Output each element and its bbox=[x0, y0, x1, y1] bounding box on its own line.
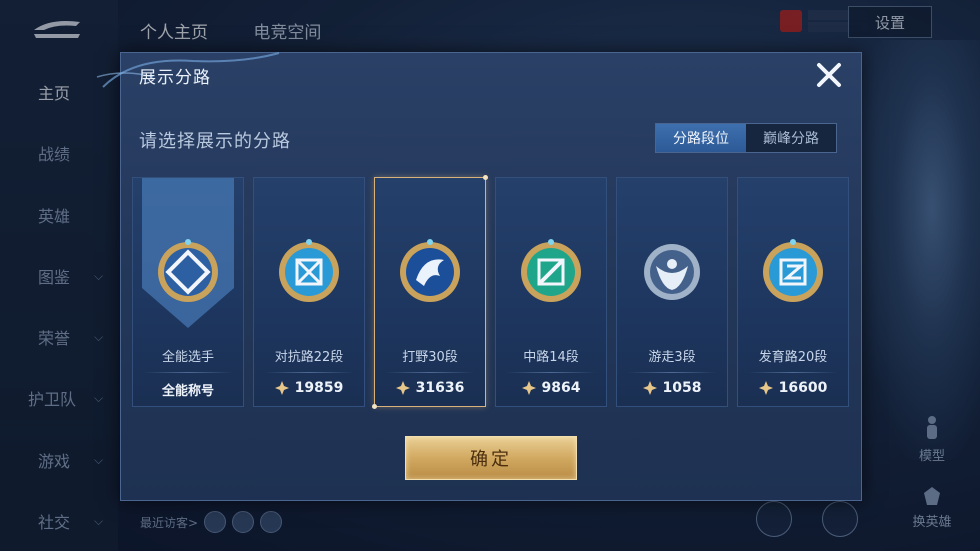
view-toggle: 分路段位 巅峰分路 bbox=[655, 123, 837, 153]
divider bbox=[385, 372, 475, 373]
confirm-button[interactable]: 确定 bbox=[405, 436, 577, 480]
lane-card-clash[interactable]: 对抗路22段 19859 bbox=[253, 177, 365, 407]
dialog-title: 展示分路 bbox=[139, 68, 211, 88]
score-value: 9864 bbox=[541, 380, 581, 396]
divider bbox=[748, 372, 838, 373]
points-icon bbox=[642, 381, 657, 395]
display-lane-dialog: 展示分路 请选择展示的分路 分路段位 巅峰分路 全能选手 全能称号 对抗路22段… bbox=[96, 52, 862, 501]
points-icon bbox=[395, 381, 410, 395]
lane-name: 游走3段 bbox=[648, 350, 696, 365]
points-icon bbox=[274, 381, 289, 395]
score-value: 1058 bbox=[662, 380, 702, 396]
lane-score: 9864 bbox=[496, 380, 606, 396]
lane-title: 全能称号 bbox=[161, 384, 214, 399]
clash-lane-emblem-icon bbox=[279, 239, 339, 302]
corner-sparkle-icon bbox=[372, 404, 377, 409]
close-icon[interactable] bbox=[813, 59, 845, 91]
lane-score: 19859 bbox=[254, 380, 364, 396]
corner-sparkle-icon bbox=[483, 175, 488, 180]
lane-card-jungle[interactable]: 打野30段 31636 bbox=[372, 175, 488, 409]
divider bbox=[506, 372, 596, 373]
divider bbox=[143, 372, 233, 373]
lane-name: 中路14段 bbox=[523, 350, 579, 365]
points-icon bbox=[521, 381, 536, 395]
lane-score: 16600 bbox=[738, 380, 848, 396]
lane-card-all-round[interactable]: 全能选手 全能称号 bbox=[132, 177, 244, 407]
score-value: 19859 bbox=[294, 380, 344, 396]
tab-peak-lane[interactable]: 巅峰分路 bbox=[746, 124, 836, 152]
dialog-subtitle: 请选择展示的分路 bbox=[139, 131, 291, 152]
mid-lane-emblem-icon bbox=[521, 239, 581, 302]
tab-lane-rank[interactable]: 分路段位 bbox=[656, 124, 746, 152]
lane-card-list: 全能选手 全能称号 对抗路22段 19859 打野30段 31636 中路14段… bbox=[132, 175, 852, 409]
points-icon bbox=[758, 381, 773, 395]
lane-score: 1058 bbox=[617, 380, 727, 396]
lane-card-farm[interactable]: 发育路20段 16600 bbox=[737, 177, 849, 407]
farm-lane-emblem-icon bbox=[763, 239, 823, 302]
lane-name: 打野30段 bbox=[402, 350, 458, 365]
lane-card-roam[interactable]: 游走3段 1058 bbox=[616, 177, 728, 407]
all-round-emblem-icon bbox=[158, 239, 218, 302]
lane-name: 全能选手 bbox=[161, 350, 214, 365]
divider bbox=[627, 372, 717, 373]
roam-emblem-icon bbox=[644, 244, 700, 300]
score-value: 16600 bbox=[778, 380, 828, 396]
lane-name: 对抗路22段 bbox=[274, 350, 344, 365]
lane-card-mid[interactable]: 中路14段 9864 bbox=[495, 177, 607, 407]
jungle-emblem-icon bbox=[400, 239, 460, 302]
confirm-label: 确定 bbox=[470, 449, 512, 470]
score-value: 31636 bbox=[415, 380, 465, 396]
lane-name: 发育路20段 bbox=[758, 350, 828, 365]
lane-score: 31636 bbox=[375, 380, 485, 396]
divider bbox=[264, 372, 354, 373]
